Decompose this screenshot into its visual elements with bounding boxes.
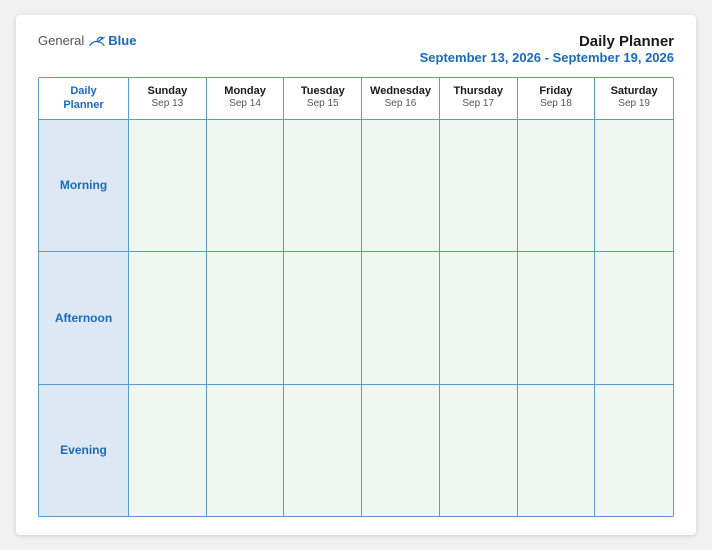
cell-evening-sun[interactable] — [129, 385, 207, 516]
planner-table: Daily Planner Sunday Sep 13 Monday Sep 1… — [38, 77, 674, 517]
logo-text: General Blue — [38, 33, 136, 48]
cell-evening-thu[interactable] — [440, 385, 518, 516]
cell-afternoon-fri[interactable] — [518, 252, 596, 383]
planner-title: Daily Planner — [420, 33, 674, 50]
logo-bird-icon — [88, 34, 106, 48]
cell-evening-mon[interactable] — [207, 385, 285, 516]
cell-afternoon-thu[interactable] — [440, 252, 518, 383]
logo-blue-text: Blue — [108, 33, 136, 48]
logo-area: General Blue — [38, 33, 136, 48]
table-header: Daily Planner Sunday Sep 13 Monday Sep 1… — [39, 78, 673, 120]
row-afternoon: Afternoon — [39, 252, 673, 384]
cell-morning-sun[interactable] — [129, 120, 207, 251]
row-evening: Evening — [39, 385, 673, 516]
col-header-tue: Tuesday Sep 15 — [284, 78, 362, 120]
cell-evening-wed[interactable] — [362, 385, 440, 516]
col-header-fri: Friday Sep 18 — [518, 78, 596, 120]
row-label-evening: Evening — [39, 385, 129, 516]
cell-evening-fri[interactable] — [518, 385, 596, 516]
cell-morning-tue[interactable] — [284, 120, 362, 251]
cell-morning-fri[interactable] — [518, 120, 596, 251]
col-header-sat: Saturday Sep 19 — [595, 78, 673, 120]
col-header-wed: Wednesday Sep 16 — [362, 78, 440, 120]
row-label-morning: Morning — [39, 120, 129, 251]
col-label-planner: Planner — [43, 98, 124, 112]
planner-date-range: September 13, 2026 - September 19, 2026 — [420, 50, 674, 65]
cell-afternoon-tue[interactable] — [284, 252, 362, 383]
header: General Blue Daily Planner September 13,… — [38, 33, 674, 65]
row-morning: Morning — [39, 120, 673, 252]
cell-afternoon-wed[interactable] — [362, 252, 440, 383]
planner-page: General Blue Daily Planner September 13,… — [16, 15, 696, 535]
cell-afternoon-mon[interactable] — [207, 252, 285, 383]
cell-afternoon-sat[interactable] — [595, 252, 673, 383]
col-header-label: Daily Planner — [39, 78, 129, 120]
cell-morning-thu[interactable] — [440, 120, 518, 251]
table-body: Morning Afternoon Evening — [39, 120, 673, 516]
row-label-afternoon: Afternoon — [39, 252, 129, 383]
cell-evening-tue[interactable] — [284, 385, 362, 516]
col-header-thu: Thursday Sep 17 — [440, 78, 518, 120]
cell-morning-wed[interactable] — [362, 120, 440, 251]
cell-evening-sat[interactable] — [595, 385, 673, 516]
cell-morning-sat[interactable] — [595, 120, 673, 251]
logo-general-text: General — [38, 33, 84, 48]
col-header-mon: Monday Sep 14 — [207, 78, 285, 120]
cell-morning-mon[interactable] — [207, 120, 285, 251]
col-label-daily: Daily — [43, 84, 124, 98]
cell-afternoon-sun[interactable] — [129, 252, 207, 383]
title-area: Daily Planner September 13, 2026 - Septe… — [420, 33, 674, 65]
col-header-sun: Sunday Sep 13 — [129, 78, 207, 120]
